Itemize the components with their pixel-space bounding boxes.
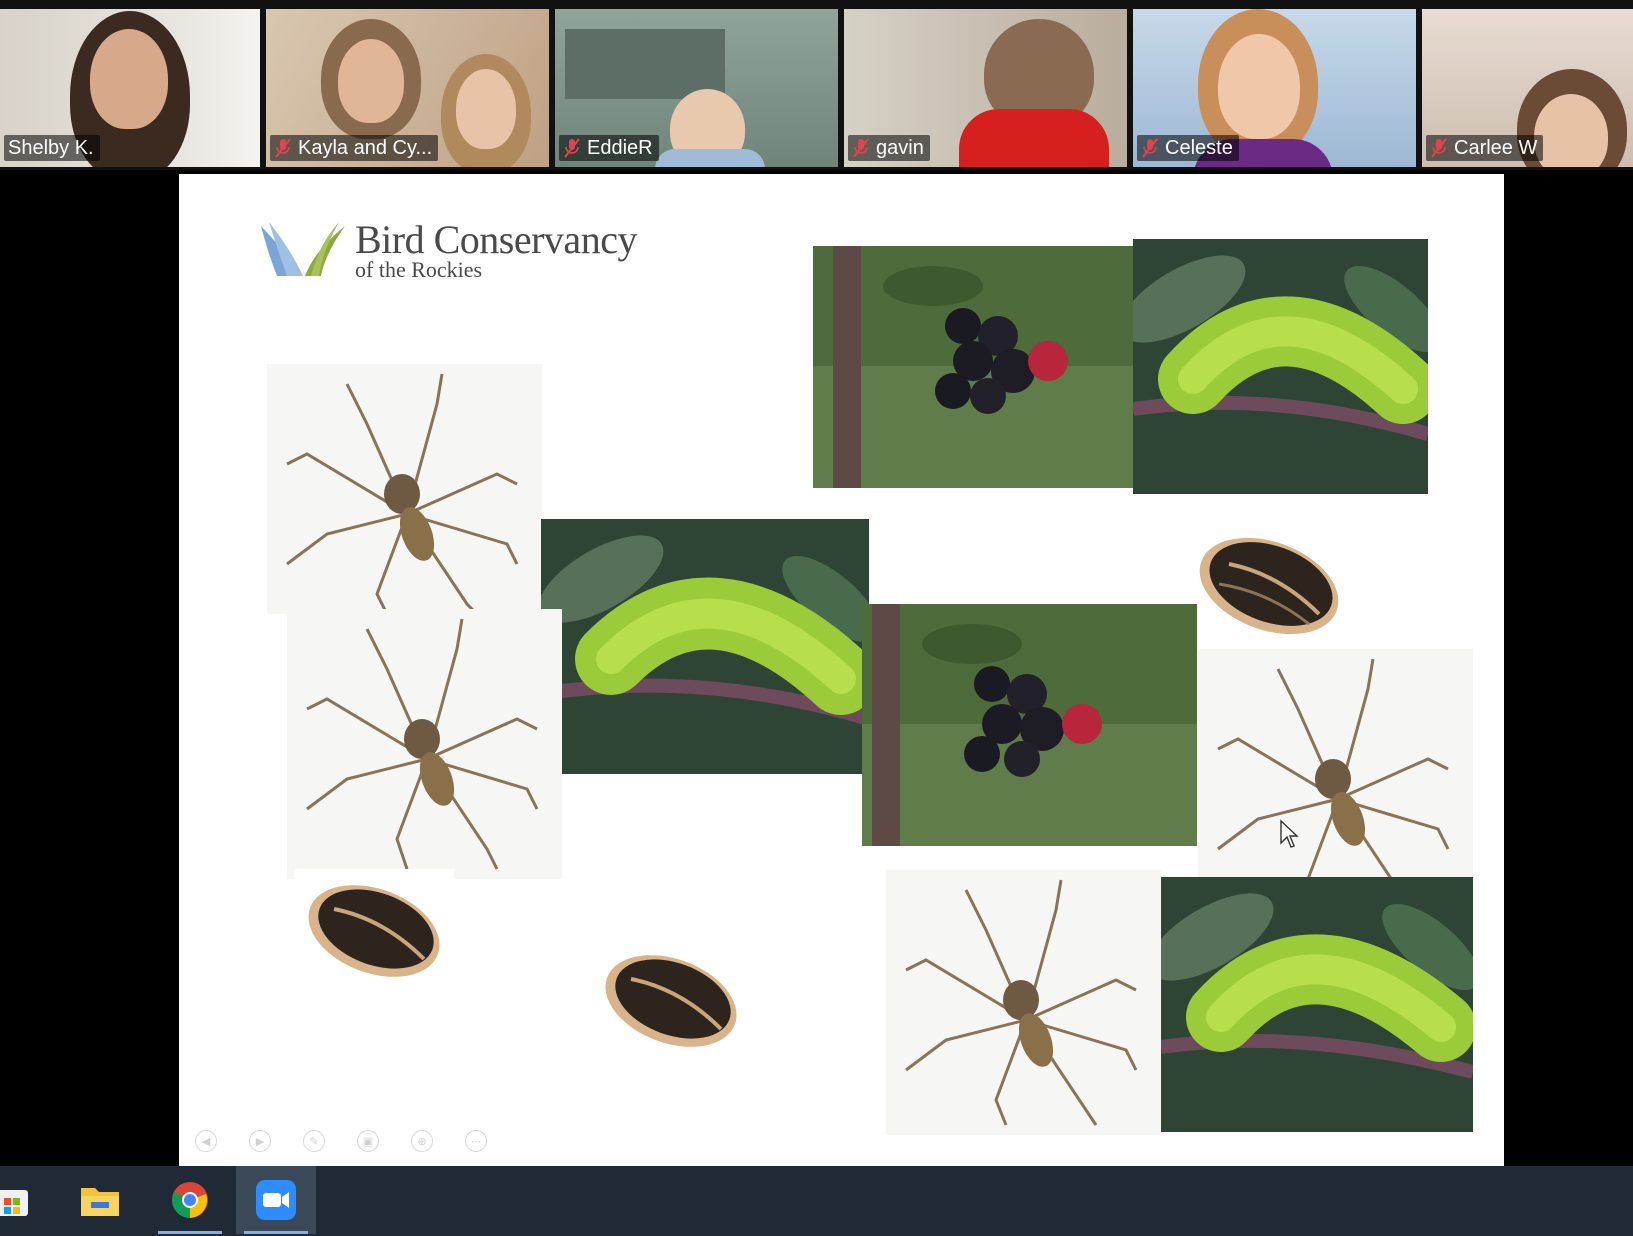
chrome-icon	[172, 1182, 208, 1218]
running-indicator	[244, 1231, 308, 1234]
slide-toolbar: ◀ ▶ ✎ ▣ ⊕ ⋯	[195, 1130, 487, 1152]
zoom-icon[interactable]: ⊕	[411, 1130, 433, 1152]
participant-name-tag: Shelby K.	[4, 135, 100, 161]
participant-tile-celeste[interactable]: Celeste	[1133, 9, 1416, 167]
participant-name-tag: Carlee W	[1426, 135, 1544, 161]
image-sunflower-seed	[294, 869, 454, 994]
running-indicator	[158, 1231, 222, 1234]
image-sunflower-seed	[1179, 524, 1359, 649]
bird-conservancy-logo: Bird Conservancy of the Rockies	[259, 217, 637, 282]
image-caterpillar	[1161, 877, 1473, 1132]
pen-icon[interactable]: ✎	[303, 1130, 325, 1152]
mic-muted-icon	[1431, 138, 1447, 158]
participant-tile-gavin[interactable]: gavin	[844, 9, 1127, 167]
image-blackberries	[862, 604, 1197, 846]
mouse-cursor-icon	[1280, 819, 1299, 848]
image-spider	[267, 364, 542, 614]
prev-icon[interactable]: ◀	[195, 1130, 217, 1152]
more-icon[interactable]: ⋯	[465, 1130, 487, 1152]
screen-icon[interactable]: ▣	[357, 1130, 379, 1152]
mic-muted-icon	[1142, 138, 1158, 158]
participant-tile-kayla[interactable]: Kayla and Cy...	[266, 9, 549, 167]
participant-name-tag: EddieR	[559, 135, 659, 161]
store-button[interactable]	[0, 1166, 52, 1234]
next-icon[interactable]: ▶	[249, 1130, 271, 1152]
participant-name: Shelby K.	[8, 136, 94, 159]
participant-tile-carlee[interactable]: Carlee W	[1422, 9, 1633, 167]
participant-name-tag: Celeste	[1137, 135, 1239, 161]
mic-muted-icon	[275, 138, 291, 158]
participant-name: Celeste	[1165, 136, 1233, 159]
participant-name: Carlee W	[1454, 136, 1538, 159]
participant-tile-shelby[interactable]: Shelby K.	[0, 9, 260, 167]
mic-muted-icon	[853, 138, 869, 158]
image-caterpillar	[1133, 239, 1428, 494]
logo-line-2: of the Rockies	[355, 257, 483, 282]
zoom-app-button[interactable]	[236, 1166, 316, 1234]
image-sunflower-seed	[591, 939, 751, 1064]
chrome-button[interactable]	[150, 1166, 230, 1234]
file-explorer-icon	[81, 1188, 119, 1216]
zoom-app-icon	[256, 1180, 296, 1220]
shared-screen-slide: Bird Conservancy of the Rockies ◀ ▶ ✎ ▣ …	[179, 174, 1504, 1166]
participant-strip: Shelby K. Kayla and Cy... EddieR gavin C…	[0, 0, 1633, 170]
participant-tile-eddier[interactable]: EddieR	[555, 9, 838, 167]
image-blackberries	[813, 246, 1177, 488]
image-spider	[886, 870, 1161, 1135]
participant-name: Kayla and Cy...	[298, 136, 433, 159]
logo-line-1: Bird Conservancy	[355, 217, 637, 262]
participant-name: gavin	[876, 136, 924, 159]
image-caterpillar	[541, 519, 869, 774]
participant-name-tag: Kayla and Cy...	[270, 135, 439, 161]
mic-muted-icon	[564, 138, 580, 158]
store-icon	[0, 1190, 28, 1216]
logo-text: Bird Conservancy of the Rockies	[355, 217, 637, 282]
participant-name-tag: gavin	[848, 135, 930, 161]
participant-name: EddieR	[587, 136, 653, 159]
windows-taskbar	[0, 1166, 1633, 1236]
bird-wings-logo-icon	[261, 222, 345, 276]
image-spider	[287, 609, 562, 879]
file-explorer-button[interactable]	[60, 1166, 140, 1234]
